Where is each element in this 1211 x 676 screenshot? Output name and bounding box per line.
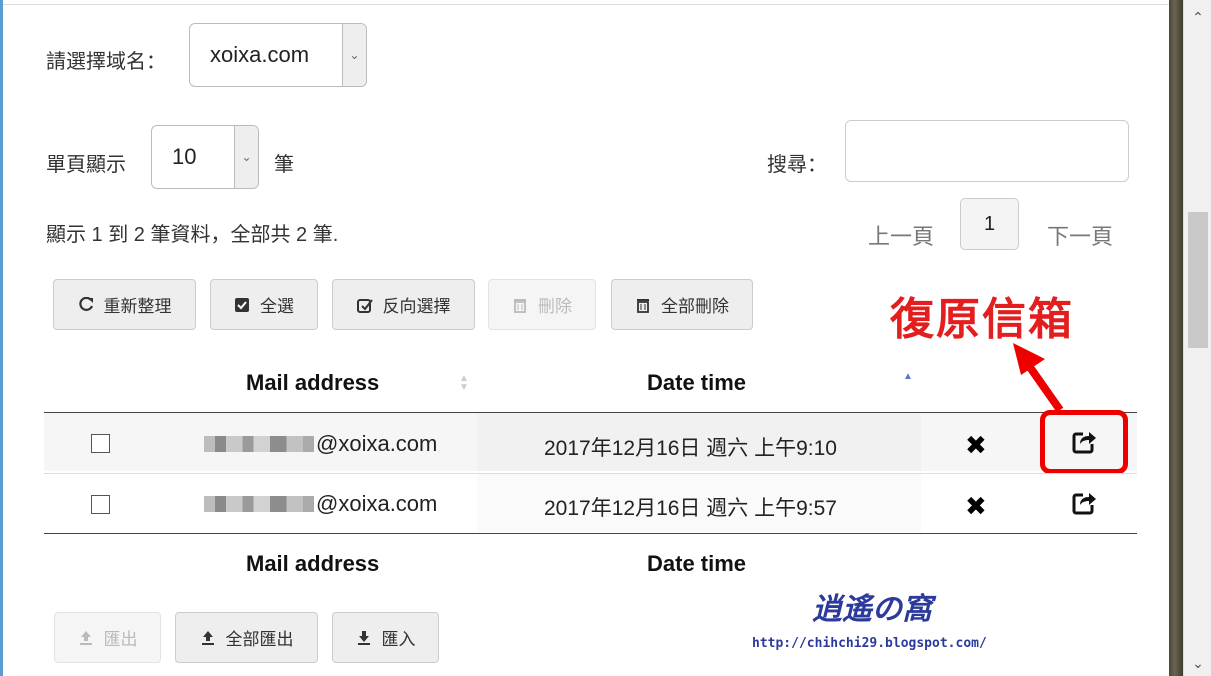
select-all-button[interactable]: 全選	[210, 279, 318, 330]
import-button[interactable]: 匯入	[332, 612, 439, 663]
page-size-label: 單頁顯示	[46, 154, 126, 176]
import-label: 匯入	[381, 630, 416, 649]
pager-next[interactable]: 下一頁	[1047, 219, 1113, 251]
column-footer-mail: Mail address	[246, 551, 380, 576]
pager-prev[interactable]: 上一頁	[868, 219, 934, 251]
window-border	[1169, 0, 1183, 676]
sort-asc-icon: ▲	[903, 371, 913, 382]
upload-icon	[79, 630, 92, 645]
row-checkbox[interactable]	[91, 434, 110, 453]
restore-mailbox-icon[interactable]	[1071, 490, 1097, 516]
select-all-label: 全選	[260, 297, 294, 316]
chevron-down-icon[interactable]: ⌄	[1184, 652, 1211, 674]
column-header-mail[interactable]: Mail address	[246, 370, 379, 396]
watermark-url: http://chihchi29.blogspot.com/	[752, 636, 987, 651]
page-size-value: 10	[172, 144, 197, 169]
trash-icon	[637, 298, 649, 313]
watermark: 逍遙の窩 http://chihchi29.blogspot.com/	[752, 584, 1032, 654]
page-size-suffix: 筆	[274, 154, 294, 176]
refresh-icon	[78, 296, 93, 311]
invert-selection-button[interactable]: 反向選擇	[332, 279, 475, 330]
domain-label: 請選擇域名：	[46, 51, 166, 73]
upload-icon	[201, 630, 214, 645]
scrollbar-thumb[interactable]	[1188, 212, 1208, 348]
chevron-down-icon: ⌄	[342, 24, 366, 86]
page-size-select[interactable]: 10 ⌄	[151, 125, 259, 189]
redacted-username	[204, 436, 314, 452]
domain-select[interactable]: xoixa.com ⌄	[189, 23, 367, 87]
edit-box-icon	[356, 298, 373, 313]
highlight-box	[1040, 410, 1128, 474]
export-button[interactable]: 匯出	[54, 612, 161, 663]
checked-box-icon	[235, 297, 249, 312]
date-cell: 2017年12月16日 週六 上午9:10	[544, 437, 837, 460]
refresh-button[interactable]: 重新整理	[53, 279, 196, 330]
email-domain: @xoixa.com	[316, 431, 438, 456]
footer-divider	[44, 533, 1137, 534]
refresh-label: 重新整理	[103, 297, 172, 316]
chevron-up-icon[interactable]: ⌃	[1184, 6, 1211, 28]
column-header-date[interactable]: Date time	[647, 370, 746, 396]
export-all-button[interactable]: 全部匯出	[175, 612, 318, 663]
delete-button[interactable]: 刪除	[488, 279, 596, 330]
download-icon	[357, 630, 370, 645]
email-domain: @xoixa.com	[316, 491, 438, 516]
redacted-username	[204, 496, 314, 512]
delete-row-icon[interactable]: ✖	[965, 430, 987, 461]
delete-label: 刪除	[538, 297, 572, 316]
row-checkbox[interactable]	[91, 495, 110, 514]
record-summary: 顯示 1 到 2 筆資料，全部共 2 筆.	[46, 224, 339, 246]
search-label: 搜尋：	[767, 154, 827, 176]
trash-icon	[514, 298, 526, 313]
pager-current-page[interactable]: 1	[960, 198, 1019, 250]
chevron-down-icon: ⌄	[234, 126, 258, 188]
annotation-arrow	[1013, 343, 1064, 413]
delete-row-icon[interactable]: ✖	[965, 491, 987, 522]
column-footer-date: Date time	[647, 551, 747, 576]
email-cell: @xoixa.com	[204, 431, 437, 457]
date-cell: 2017年12月16日 週六 上午9:57	[544, 497, 837, 520]
delete-all-button[interactable]: 全部刪除	[611, 279, 753, 330]
search-input[interactable]	[845, 120, 1129, 182]
email-cell: @xoixa.com	[204, 491, 437, 517]
watermark-title: 逍遙の窩	[812, 593, 932, 626]
vertical-scrollbar[interactable]: ⌃ ⌄	[1183, 0, 1211, 676]
sort-both-icon: ▲ ▼	[459, 373, 469, 393]
export-label: 匯出	[103, 630, 138, 649]
invert-selection-label: 反向選擇	[382, 297, 451, 316]
delete-all-label: 全部刪除	[661, 297, 729, 316]
export-all-label: 全部匯出	[225, 630, 294, 649]
domain-select-value: xoixa.com	[210, 42, 310, 67]
